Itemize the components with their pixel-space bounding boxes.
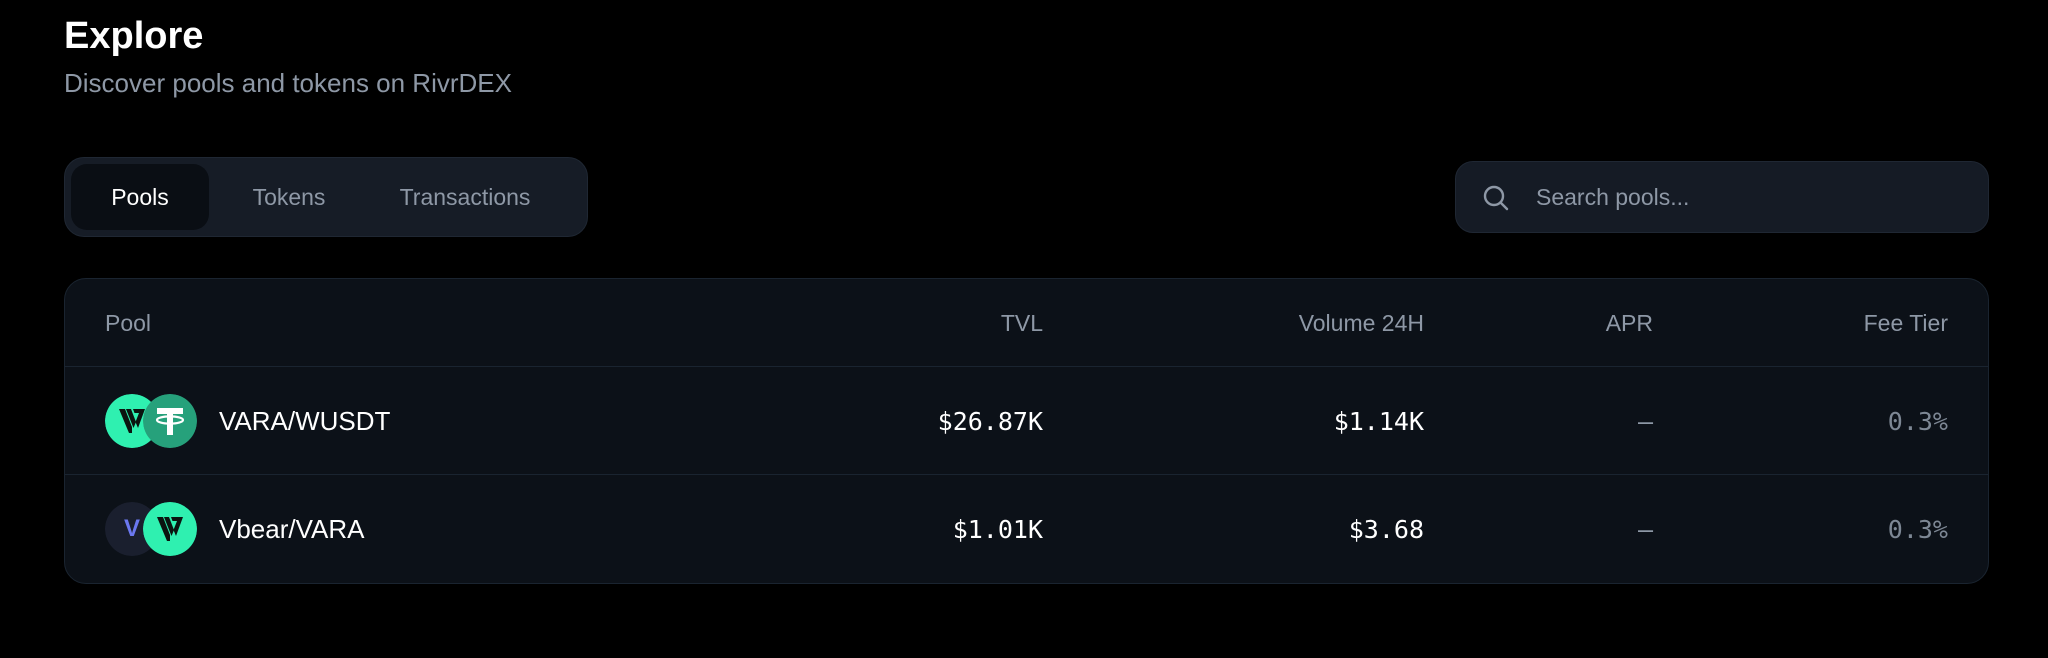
column-header-fee-tier[interactable]: Fee Tier <box>1864 279 1948 367</box>
pool-name[interactable]: VARA/WUSDT <box>219 367 390 475</box>
column-header-tvl[interactable]: TVL <box>1001 279 1043 367</box>
page-subtitle: Discover pools and tokens on RivrDEX <box>64 68 512 98</box>
table-header: Pool TVL Volume 24H APR Fee Tier <box>65 279 1988 367</box>
tab-transactions[interactable]: Transactions <box>365 164 565 230</box>
pool-name[interactable]: Vbear/VARA <box>219 475 364 583</box>
tether-logo-icon <box>143 394 197 448</box>
tab-tokens[interactable]: Tokens <box>227 164 351 230</box>
page-title: Explore <box>64 15 204 57</box>
token-pair-icons: V <box>105 502 201 556</box>
apr-value: — <box>1637 406 1653 436</box>
apr-value: — <box>1637 514 1653 544</box>
column-header-pool[interactable]: Pool <box>105 279 151 367</box>
vara-logo-icon <box>143 502 197 556</box>
explore-tabs: Pools Tokens Transactions <box>64 157 588 237</box>
volume-24h-value: $1.14K <box>1333 406 1424 436</box>
tab-pools[interactable]: Pools <box>71 164 209 230</box>
column-header-volume[interactable]: Volume 24H <box>1299 279 1424 367</box>
tvl-value: $26.87K <box>937 406 1043 436</box>
search-input[interactable] <box>1536 162 1966 232</box>
token-pair-icons <box>105 394 201 448</box>
search-icon <box>1483 185 1509 211</box>
fee-tier-value: 0.3% <box>1887 514 1948 544</box>
volume-24h-value: $3.68 <box>1348 514 1424 544</box>
table-row[interactable]: V Vbear/VARA $1.01K $3.68 — 0.3% <box>65 475 1988 583</box>
fee-tier-value: 0.3% <box>1887 406 1948 436</box>
tvl-value: $1.01K <box>952 514 1043 544</box>
table-row[interactable]: VARA/WUSDT $26.87K $1.14K — 0.3% <box>65 367 1988 475</box>
search-box[interactable] <box>1455 161 1989 233</box>
pool-table: Pool TVL Volume 24H APR Fee Tier VARA/WU… <box>64 278 1989 584</box>
column-header-apr[interactable]: APR <box>1606 279 1653 367</box>
